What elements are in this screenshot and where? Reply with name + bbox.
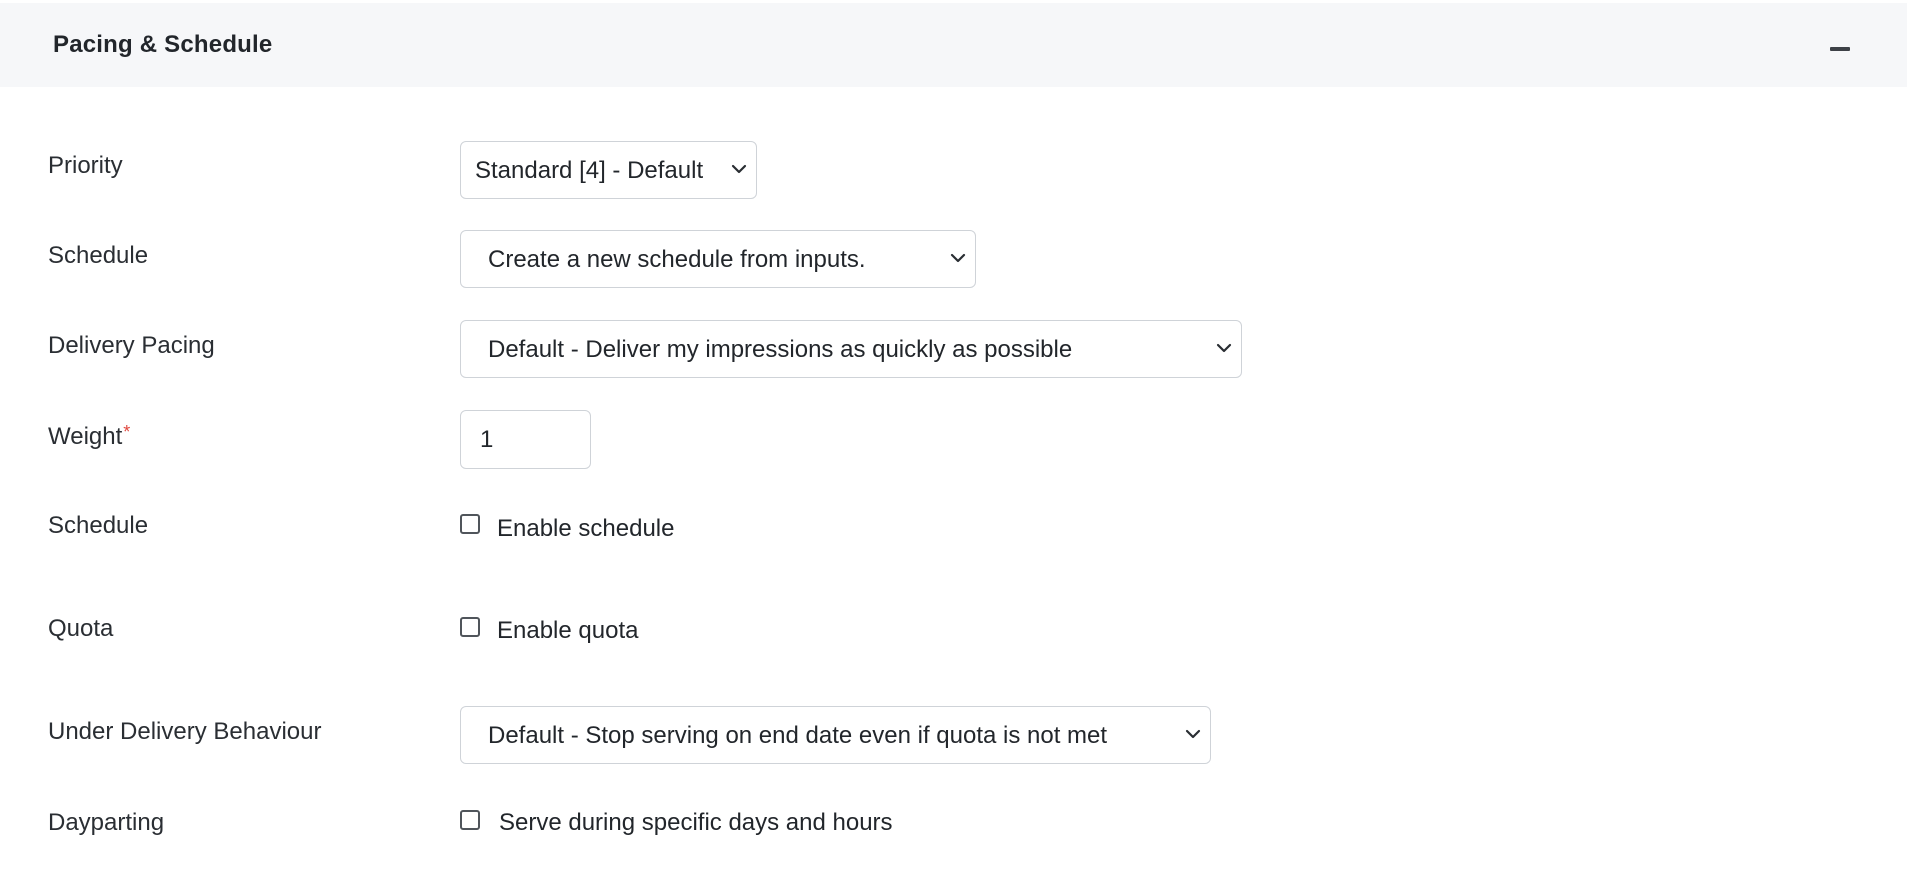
chevron-down-icon: [1185, 729, 1201, 739]
priority-select[interactable]: Standard [4] - Default: [460, 141, 757, 199]
priority-label: Priority: [48, 152, 123, 179]
under-delivery-select-value: Default - Stop serving on end date even …: [488, 722, 1108, 749]
schedule-label: Schedule: [48, 242, 149, 269]
schedule-select-value: Create a new schedule from inputs.: [488, 246, 866, 273]
minus-icon: [1830, 47, 1850, 51]
enable-quota-label[interactable]: Enable quota: [497, 617, 638, 645]
weight-label-text: Weight: [48, 423, 123, 450]
pacing-schedule-panel: Pacing & Schedule Priority Standard [4] …: [0, 0, 1907, 889]
section-header[interactable]: Pacing & Schedule: [0, 3, 1907, 87]
required-marker: *: [123, 422, 131, 442]
under-delivery-label: Under Delivery Behaviour: [48, 718, 322, 745]
schedule-toggle-label: Schedule: [48, 512, 149, 539]
enable-schedule-label[interactable]: Enable schedule: [497, 515, 674, 543]
chevron-down-icon: [950, 253, 966, 263]
quota-label: Quota: [48, 615, 114, 642]
dayparting-checkbox[interactable]: [460, 810, 480, 830]
dayparting-label: Dayparting: [48, 809, 165, 836]
enable-quota-checkbox[interactable]: [460, 617, 480, 637]
delivery-pacing-select-value: Default - Deliver my impressions as quic…: [488, 336, 1073, 363]
section-title: Pacing & Schedule: [53, 31, 273, 58]
collapse-button[interactable]: [1818, 33, 1858, 63]
priority-select-value: Standard [4] - Default: [475, 157, 704, 184]
chevron-down-icon: [731, 164, 747, 174]
delivery-pacing-label: Delivery Pacing: [48, 332, 215, 359]
weight-label: Weight*: [48, 422, 130, 451]
enable-schedule-checkbox[interactable]: [460, 514, 480, 534]
delivery-pacing-select[interactable]: Default - Deliver my impressions as quic…: [460, 320, 1242, 378]
schedule-select[interactable]: Create a new schedule from inputs.: [460, 230, 976, 288]
under-delivery-select[interactable]: Default - Stop serving on end date even …: [460, 706, 1211, 764]
weight-input[interactable]: [460, 410, 591, 469]
chevron-down-icon: [1216, 343, 1232, 353]
dayparting-checkbox-label[interactable]: Serve during specific days and hours: [499, 809, 893, 837]
